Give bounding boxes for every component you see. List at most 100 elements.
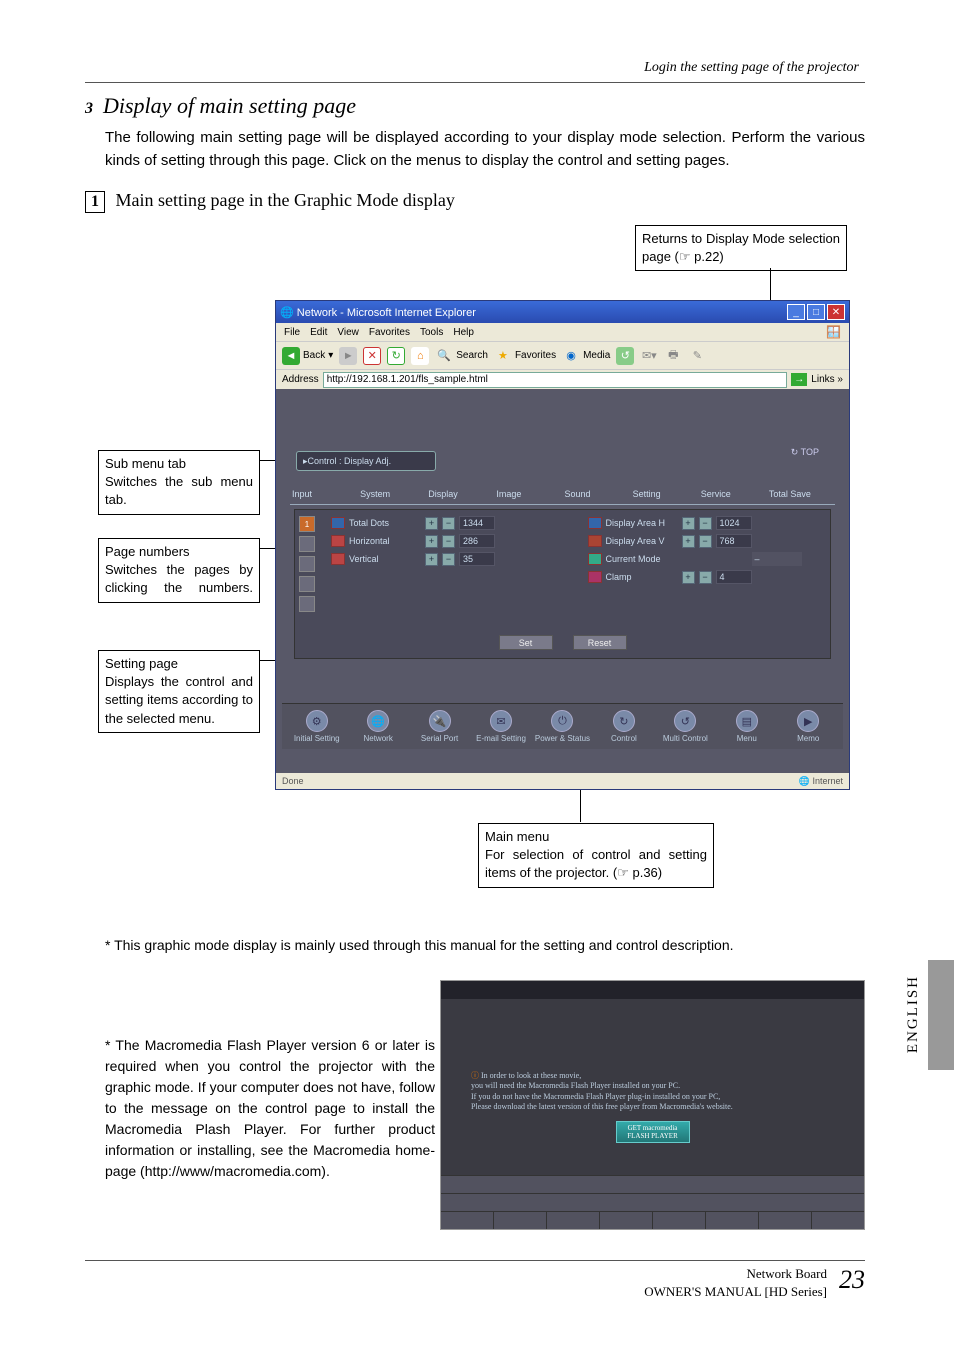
mail-button[interactable]: ✉▾ [640,347,658,365]
close-button[interactable]: ✕ [827,304,845,320]
step-heading: 3 Display of main setting page [85,93,865,119]
plus-button[interactable]: + [682,535,695,548]
value-box[interactable]: 1024 [716,516,752,530]
label: Horizontal [349,536,421,546]
step-body: The following main setting page will be … [105,127,865,172]
setting-icon [588,571,602,583]
minimize-button[interactable]: _ [787,304,805,320]
address-bar: Address → Links » [276,369,849,389]
minus-button[interactable]: − [699,535,712,548]
tab-sound[interactable]: Sound [563,485,631,505]
minus-button[interactable]: − [699,571,712,584]
forward-button[interactable]: ► [339,347,357,365]
stop-button[interactable]: ✕ [363,347,381,365]
mm-control[interactable]: ↻Control [593,710,654,743]
mm-menu[interactable]: ▤Menu [716,710,777,743]
status-bar: Done 🌐 Internet [276,773,849,789]
value-box[interactable]: 4 [716,570,752,584]
mm-serial[interactable]: 🔌Serial Port [409,710,470,743]
home-button[interactable]: ⌂ [411,347,429,365]
set-button[interactable]: Set [499,635,553,650]
refresh-button[interactable]: ↻ [387,347,405,365]
plus-button[interactable]: + [682,571,695,584]
menu-favorites[interactable]: Favorites [369,327,410,338]
value-box[interactable]: 1344 [459,516,495,530]
page-num-4[interactable] [299,576,315,592]
minus-button[interactable]: − [442,553,455,566]
page-num-2[interactable] [299,536,315,552]
mm-memo[interactable]: ▶Memo [778,710,839,743]
tab-display[interactable]: Display [426,485,494,505]
sub-step-title: Main setting page in the Graphic Mode di… [116,190,455,210]
page-num-5[interactable] [299,596,315,612]
value-box[interactable]: 35 [459,552,495,566]
value-box: – [752,552,802,566]
toolbar: ◄Back ▾ ► ✕ ↻ ⌂ 🔍Search ★Favorites ◉Medi… [276,341,849,369]
label: Vertical [349,554,421,564]
address-input[interactable] [323,372,788,388]
tab-row: Input System Display Image Sound Setting… [290,485,835,505]
row-horizontal: Horizontal + − 286 [331,534,568,548]
sub-step-number: 1 [85,191,105,213]
mm-email[interactable]: ✉E-mail Setting [470,710,531,743]
get-flash-button[interactable]: GET macromedia FLASH PLAYER [616,1121,690,1143]
mm-initial[interactable]: ⚙Initial Setting [286,710,347,743]
media-button[interactable]: ◉Media [562,347,610,365]
mm-multi[interactable]: ↺Multi Control [655,710,716,743]
menu-edit[interactable]: Edit [310,327,327,338]
minus-button[interactable]: − [699,517,712,530]
maximize-button[interactable]: □ [807,304,825,320]
tab-input[interactable]: Input [290,485,358,505]
value-box[interactable]: 286 [459,534,495,548]
row-vertical: Vertical + − 35 [331,552,568,566]
reset-button[interactable]: Reset [573,635,627,650]
row-display-area-v: Display Area V + − 768 [588,534,825,548]
menu-file[interactable]: File [284,327,300,338]
content-frame: ▸ Control : Display Adj. ↻ TOP Input Sys… [276,389,849,773]
setting-icon [331,517,345,529]
status-right: 🌐 Internet [799,776,843,787]
submenu-tab[interactable]: ▸ Control : Display Adj. [296,451,436,471]
top-link[interactable]: ↻ TOP [791,447,819,458]
links-label[interactable]: Links » [811,374,843,385]
page-number: 23 [839,1265,865,1295]
value-box[interactable]: 768 [716,534,752,548]
favorites-button[interactable]: ★Favorites [494,347,556,365]
header-breadcrumb: Login the setting page of the projector [85,60,865,76]
back-button[interactable]: ◄Back ▾ [282,347,333,365]
go-button[interactable]: → [791,373,807,386]
label: Display Area H [606,518,678,528]
setting-icon [588,517,602,529]
minus-button[interactable]: − [442,535,455,548]
page-footer: Network Board OWNER'S MANUAL [HD Series]… [85,1260,865,1301]
page-number-strip: 1 [299,516,319,612]
plus-button[interactable]: + [425,517,438,530]
edit-button[interactable]: ✎ [688,347,706,365]
menu-view[interactable]: View [337,327,359,338]
search-button[interactable]: 🔍Search [435,347,488,365]
tab-setting[interactable]: Setting [631,485,699,505]
print-button[interactable]: 🖶 [664,347,682,365]
window-titlebar: 🌐 Network - Microsoft Internet Explorer … [276,301,849,323]
plus-button[interactable]: + [425,553,438,566]
tab-system[interactable]: System [358,485,426,505]
menu-help[interactable]: Help [453,327,474,338]
mm-network[interactable]: 🌐Network [347,710,408,743]
page-num-1[interactable]: 1 [299,516,315,532]
history-button[interactable]: ↺ [616,347,634,365]
row-display-area-h: Display Area H + − 1024 [588,516,825,530]
page-num-3[interactable] [299,556,315,572]
setting-icon [331,553,345,565]
menu-tools[interactable]: Tools [420,327,443,338]
setting-icon [588,553,602,565]
callout-setting-page: Setting page Displays the control and se… [98,650,260,733]
tab-totalsave[interactable]: Total Save [767,485,835,505]
tab-service[interactable]: Service [699,485,767,505]
tab-image[interactable]: Image [494,485,562,505]
plus-button[interactable]: + [425,535,438,548]
setting-grid: Total Dots + − 1344 Display Area H + − 1… [331,516,824,584]
header-rule [85,82,865,83]
plus-button[interactable]: + [682,517,695,530]
minus-button[interactable]: − [442,517,455,530]
mm-power[interactable]: ⏻Power & Status [532,710,593,743]
